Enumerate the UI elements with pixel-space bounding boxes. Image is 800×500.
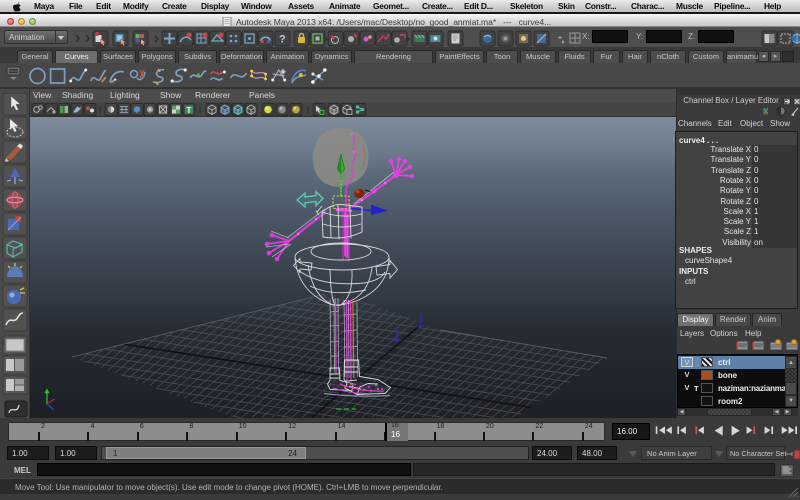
svg-text:T: T: [187, 106, 192, 115]
svg-text:?: ?: [279, 34, 286, 46]
